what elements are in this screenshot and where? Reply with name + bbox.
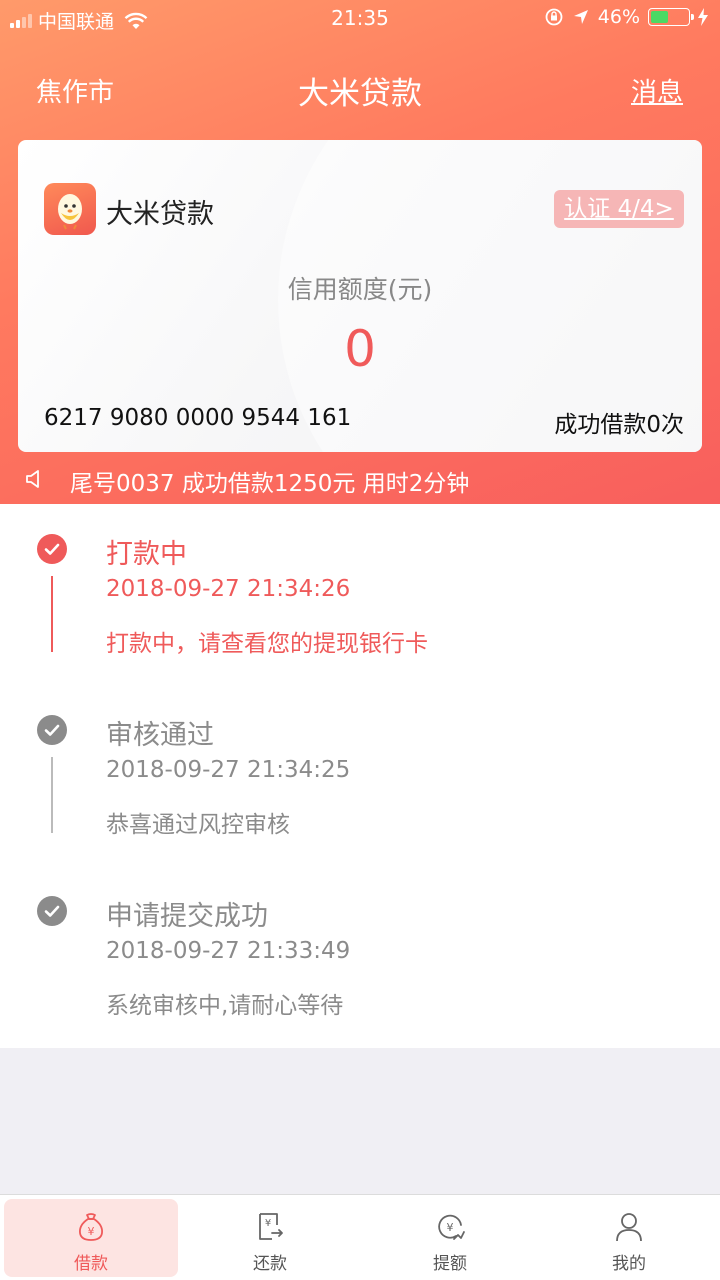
raise-limit-icon: ¥ bbox=[438, 1214, 465, 1240]
battery-icon bbox=[648, 8, 694, 26]
timeline-time: 2018-09-27 21:34:25 bbox=[106, 757, 351, 783]
charging-bolt-icon bbox=[698, 8, 708, 26]
timeline-title: 申请提交成功 bbox=[106, 901, 268, 932]
location-arrow-icon bbox=[573, 10, 588, 24]
navigation-bar: 焦作市 大米贷款 消息 bbox=[0, 60, 720, 116]
tab-mine[interactable]: 我的 bbox=[542, 1199, 716, 1277]
tab-label: 借款 bbox=[74, 1254, 108, 1274]
loan-bag-icon: ¥ bbox=[79, 1213, 103, 1241]
loan-status-timeline: 打款中 2018-09-27 21:34:26 打款中，请查看您的提现银行卡 审… bbox=[0, 504, 720, 1048]
repay-bill-icon: ¥ bbox=[259, 1213, 283, 1240]
timeline-title: 审核通过 bbox=[106, 720, 214, 751]
page-title: 大米贷款 bbox=[298, 76, 422, 112]
timeline-description: 恭喜通过风控审核 bbox=[106, 812, 290, 838]
notice-bar: 尾号0037 成功借款1250元 用时2分钟 bbox=[0, 456, 720, 502]
check-circle-icon bbox=[37, 896, 67, 926]
bottom-tab-bar: ¥ 借款 ¥ 还款 ¥ 提额 我的 bbox=[0, 1194, 720, 1280]
bank-card-number: 6217 9080 0000 9544 161 bbox=[44, 405, 352, 431]
status-bar: 中国联通 21:35 46% bbox=[0, 0, 720, 38]
tab-label: 还款 bbox=[253, 1254, 287, 1274]
battery-level bbox=[651, 11, 668, 23]
tab-loan[interactable]: ¥ 借款 bbox=[4, 1199, 178, 1277]
timeline-connector bbox=[51, 757, 53, 833]
tab-repay[interactable]: ¥ 还款 bbox=[183, 1199, 357, 1277]
tab-raise-limit[interactable]: ¥ 提额 bbox=[363, 1199, 537, 1277]
tab-label: 提额 bbox=[433, 1254, 467, 1274]
messages-link[interactable]: 消息 bbox=[631, 72, 683, 109]
app-logo bbox=[44, 183, 96, 235]
card-brand-name: 大米贷款 bbox=[106, 199, 214, 230]
speaker-icon bbox=[26, 470, 39, 488]
credit-limit-label: 信用额度(元) bbox=[287, 275, 433, 304]
notice-text: 尾号0037 成功借款1250元 用时2分钟 bbox=[70, 471, 470, 497]
credit-limit-value: 0 bbox=[344, 320, 376, 378]
timeline-description: 打款中，请查看您的提现银行卡 bbox=[106, 631, 428, 657]
verification-button[interactable]: 认证 4/4> bbox=[554, 190, 684, 228]
timeline-description: 系统审核中,请耐心等待 bbox=[106, 993, 344, 1019]
timeline-time: 2018-09-27 21:34:26 bbox=[106, 576, 351, 602]
timeline-connector bbox=[51, 576, 53, 652]
credit-card: 大米贷款 认证 4/4> 信用额度(元) 0 6217 9080 0000 95… bbox=[18, 140, 702, 452]
tab-label: 我的 bbox=[612, 1254, 646, 1274]
timeline-time: 2018-09-27 21:33:49 bbox=[106, 938, 351, 964]
svg-text:¥: ¥ bbox=[88, 1225, 95, 1238]
timeline-title: 打款中 bbox=[106, 539, 187, 570]
loan-count: 成功借款0次 bbox=[554, 412, 684, 438]
user-icon bbox=[616, 1213, 642, 1242]
battery-percent: 46% bbox=[597, 6, 640, 28]
check-circle-icon bbox=[37, 715, 67, 745]
orientation-lock-icon bbox=[545, 8, 563, 26]
check-circle-icon bbox=[37, 534, 67, 564]
svg-text:¥: ¥ bbox=[447, 1221, 454, 1234]
svg-text:¥: ¥ bbox=[265, 1218, 271, 1229]
